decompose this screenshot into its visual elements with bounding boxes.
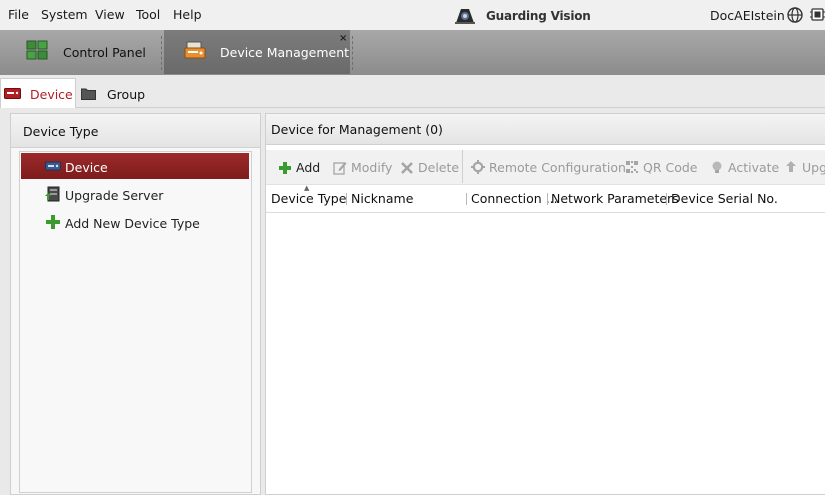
device-type-panel: Device Type Device Upgrade Server Add Ne… — [10, 113, 261, 495]
device-table-body — [266, 213, 825, 493]
toolbar-divider — [462, 150, 463, 183]
subtab-device-label: Device — [30, 87, 73, 102]
username[interactable]: DocAEIstein — [710, 8, 785, 23]
plus-icon — [279, 162, 291, 174]
device-toolbar: Add Modify Delete Remote Configuration Q… — [266, 150, 825, 185]
device-management-panel: Device for Management (0) Add Modify Del… — [265, 113, 825, 495]
column-divider[interactable] — [666, 193, 667, 205]
qr-code-label: QR Code — [643, 160, 698, 175]
subtab-group-label: Group — [107, 87, 146, 102]
edit-icon — [333, 162, 347, 175]
device-type-item-upgrade-server[interactable]: Upgrade Server — [21, 181, 249, 207]
tab-control-panel[interactable]: Control Panel — [0, 30, 158, 74]
tab-device-management-label: Device Management — [220, 45, 350, 60]
tab-control-panel-label: Control Panel — [63, 45, 146, 60]
column-divider[interactable] — [547, 193, 548, 205]
upgrade-label: Upg — [802, 160, 825, 175]
activate-label: Activate — [728, 160, 780, 175]
device-management-icon — [184, 41, 206, 59]
tab-divider — [352, 36, 353, 70]
device-type-title: Device Type — [23, 124, 99, 139]
remote-configuration-label: Remote Configuration — [489, 160, 626, 175]
column-device-type[interactable]: Device Type — [271, 191, 346, 206]
device-count-title: Device for Management (0) — [271, 122, 443, 137]
device-type-item-label: Device — [65, 160, 108, 175]
cpu-icon[interactable] — [810, 7, 825, 22]
menu-bar: File System View Tool Help Guarding Visi… — [0, 0, 825, 30]
menu-tool[interactable]: Tool — [136, 7, 160, 22]
globe-icon[interactable] — [787, 7, 803, 23]
device-type-item-label: Add New Device Type — [65, 216, 200, 231]
device-type-item-device[interactable]: Device — [21, 153, 249, 179]
device-table-header: ▲ Device Type Nickname Connection ... Ne… — [266, 184, 825, 213]
app-logo-icon — [455, 9, 475, 24]
column-nickname[interactable]: Nickname — [351, 191, 413, 206]
bulb-icon — [712, 161, 722, 173]
tab-divider — [161, 36, 162, 70]
delete-button-label: Delete — [418, 160, 460, 175]
device-type-list: Device Upgrade Server Add New Device Typ… — [19, 151, 252, 493]
device-icon — [45, 161, 61, 171]
device-type-item-label: Upgrade Server — [65, 188, 164, 203]
gear-icon — [471, 160, 485, 174]
upgrade-server-icon — [45, 186, 60, 202]
menu-system[interactable]: System — [41, 7, 88, 22]
menu-file[interactable]: File — [8, 7, 29, 22]
app-title: Guarding Vision — [486, 9, 591, 23]
upload-icon — [786, 161, 796, 172]
column-device-serial-no[interactable]: Device Serial No. — [671, 191, 778, 206]
subtab-group[interactable]: Group — [80, 79, 150, 107]
device-type-header: Device Type — [11, 114, 260, 148]
device-icon — [4, 88, 21, 99]
tab-device-management[interactable]: Device Management × — [164, 30, 350, 74]
column-divider[interactable] — [346, 193, 347, 205]
device-type-item-add-new[interactable]: Add New Device Type — [21, 209, 249, 235]
plus-icon — [46, 215, 60, 229]
sub-tab-bar: Device Group — [0, 75, 825, 108]
modify-button-label: Modify — [351, 160, 393, 175]
module-tab-bar: Control Panel Device Management × — [0, 30, 825, 75]
folder-icon — [81, 88, 96, 100]
column-network-parameters[interactable]: Network Parameters — [551, 191, 679, 206]
menu-help[interactable]: Help — [173, 7, 202, 22]
add-button-label: Add — [296, 160, 321, 175]
delete-icon — [401, 162, 413, 174]
column-divider[interactable] — [466, 193, 467, 205]
column-connection[interactable]: Connection ... — [471, 191, 558, 206]
device-management-header: Device for Management (0) — [266, 114, 825, 145]
menu-view[interactable]: View — [95, 7, 125, 22]
control-panel-icon — [26, 40, 48, 60]
qr-code-icon — [626, 161, 638, 173]
subtab-device[interactable]: Device — [0, 78, 76, 108]
close-icon[interactable]: × — [339, 33, 347, 44]
